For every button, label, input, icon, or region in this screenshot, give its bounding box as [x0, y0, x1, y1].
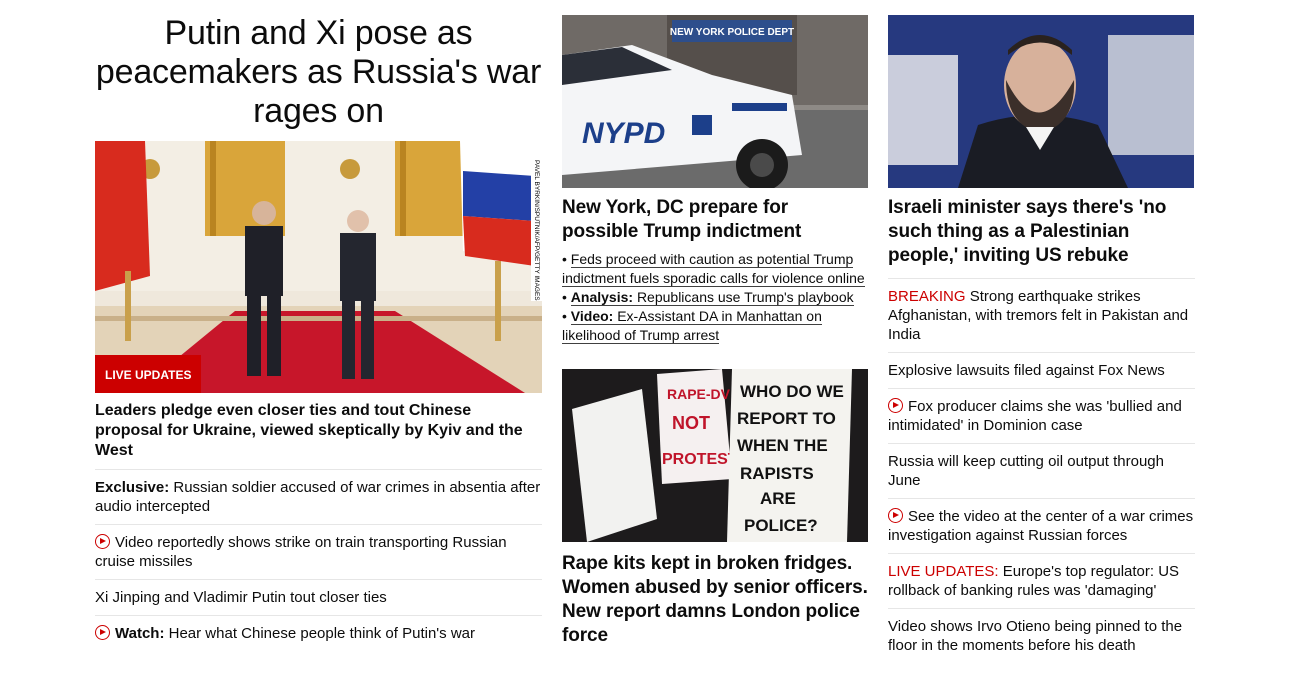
list-item[interactable]: Explosive lawsuits filed against Fox New… — [888, 353, 1195, 389]
list-item[interactable]: Exclusive: Russian soldier accused of wa… — [95, 470, 542, 525]
svg-text:PROTEST: PROTEST — [662, 451, 738, 468]
play-icon — [95, 625, 110, 640]
nypd-car-illustration: NEW YORK POLICE DEPT NYPD — [562, 15, 868, 188]
nypd-story-title[interactable]: New York, DC prepare for possible Trump … — [562, 196, 868, 244]
svg-text:ARE: ARE — [760, 489, 796, 508]
svg-text:RAPISTS: RAPISTS — [740, 464, 814, 483]
list-item[interactable]: BREAKING Strong earthquake strikes Afgha… — [888, 278, 1195, 353]
putin-xi-photo[interactable]: PAVEL BYRKIN/SPUTNIK/AFP/GETTY IMAGES LI… — [95, 141, 542, 393]
list-item[interactable]: See the video at the center of a war cri… — [888, 499, 1195, 554]
svg-text:POLICE?: POLICE? — [744, 516, 818, 535]
list-item[interactable]: Video reportedly shows strike on train t… — [95, 525, 542, 580]
play-icon — [888, 508, 903, 523]
list-item[interactable]: LIVE UPDATES: Europe's top regulator: US… — [888, 554, 1195, 609]
play-icon — [95, 534, 110, 549]
photo-credit: PAVEL BYRKIN/SPUTNIK/AFP/GETTY IMAGES — [531, 141, 542, 301]
list-item-text: Video reportedly shows strike on train t… — [95, 534, 507, 570]
list-item-text: Xi Jinping and Vladimir Putin tout close… — [95, 589, 387, 606]
play-icon — [888, 398, 903, 413]
portrait-illustration — [888, 15, 1194, 188]
related-link[interactable]: • Video: Ex-Assistant DA in Manhattan on… — [562, 307, 868, 345]
related-link[interactable]: • Analysis: Republicans use Trump's play… — [562, 288, 868, 307]
list-item[interactable]: Watch: Hear what Chinese people think of… — [95, 616, 542, 651]
headline-list: BREAKING Strong earthquake strikes Afgha… — [888, 278, 1195, 663]
related-link[interactable]: • Feds proceed with caution as potential… — [562, 250, 868, 288]
svg-text:WHO DO WE: WHO DO WE — [740, 382, 844, 401]
watch-label: Watch: — [115, 625, 165, 642]
svg-text:NEW YORK POLICE DEPT: NEW YORK POLICE DEPT — [670, 27, 794, 38]
nypd-car-photo[interactable]: NEW YORK POLICE DEPT NYPD — [562, 15, 868, 188]
middle-column: NEW YORK POLICE DEPT NYPD New York, DC p… — [562, 0, 868, 648]
list-item-text: Hear what Chinese people think of Putin'… — [164, 625, 475, 642]
lead-story-title[interactable]: Putin and Xi pose as peacemakers as Russ… — [95, 14, 542, 131]
svg-text:REPORT TO: REPORT TO — [737, 409, 836, 428]
list-item[interactable]: Fox producer claims she was 'bullied and… — [888, 389, 1195, 444]
live-updates-badge[interactable]: LIVE UPDATES — [95, 355, 202, 393]
svg-text:RAPE-DV: RAPE-DV — [667, 386, 731, 402]
nypd-related-links: • Feds proceed with caution as potential… — [562, 250, 868, 345]
lead-story: Putin and Xi pose as peacemakers as Russ… — [95, 0, 542, 651]
protest-illustration: RAPE-DV NOT PROTEST WHO DO WE REPORT TO … — [562, 369, 868, 542]
list-item[interactable]: Russia will keep cutting oil output thro… — [888, 444, 1195, 499]
live-updates-label: LIVE UPDATES: — [888, 563, 999, 580]
exclusive-label: Exclusive: — [95, 479, 170, 496]
protest-signs-photo[interactable]: RAPE-DV NOT PROTEST WHO DO WE REPORT TO … — [562, 369, 868, 542]
lead-story-headline[interactable]: Leaders pledge even closer ties and tout… — [95, 401, 542, 470]
list-item[interactable]: Xi Jinping and Vladimir Putin tout close… — [95, 580, 542, 616]
breaking-label: BREAKING — [888, 288, 966, 305]
video-label: Video: — [570, 308, 614, 324]
israel-story-title[interactable]: Israeli minister says there's 'no such t… — [888, 196, 1195, 268]
svg-text:NOT: NOT — [672, 413, 710, 433]
list-item[interactable]: Video shows Irvo Otieno being pinned to … — [888, 609, 1195, 663]
svg-text:NYPD: NYPD — [582, 117, 665, 150]
analysis-label: Analysis: — [570, 289, 634, 305]
svg-text:WHEN THE: WHEN THE — [737, 436, 828, 455]
minister-photo[interactable] — [888, 15, 1194, 188]
police-story-title[interactable]: Rape kits kept in broken fridges. Women … — [562, 552, 868, 648]
right-column: Israeli minister says there's 'no such t… — [888, 0, 1195, 663]
